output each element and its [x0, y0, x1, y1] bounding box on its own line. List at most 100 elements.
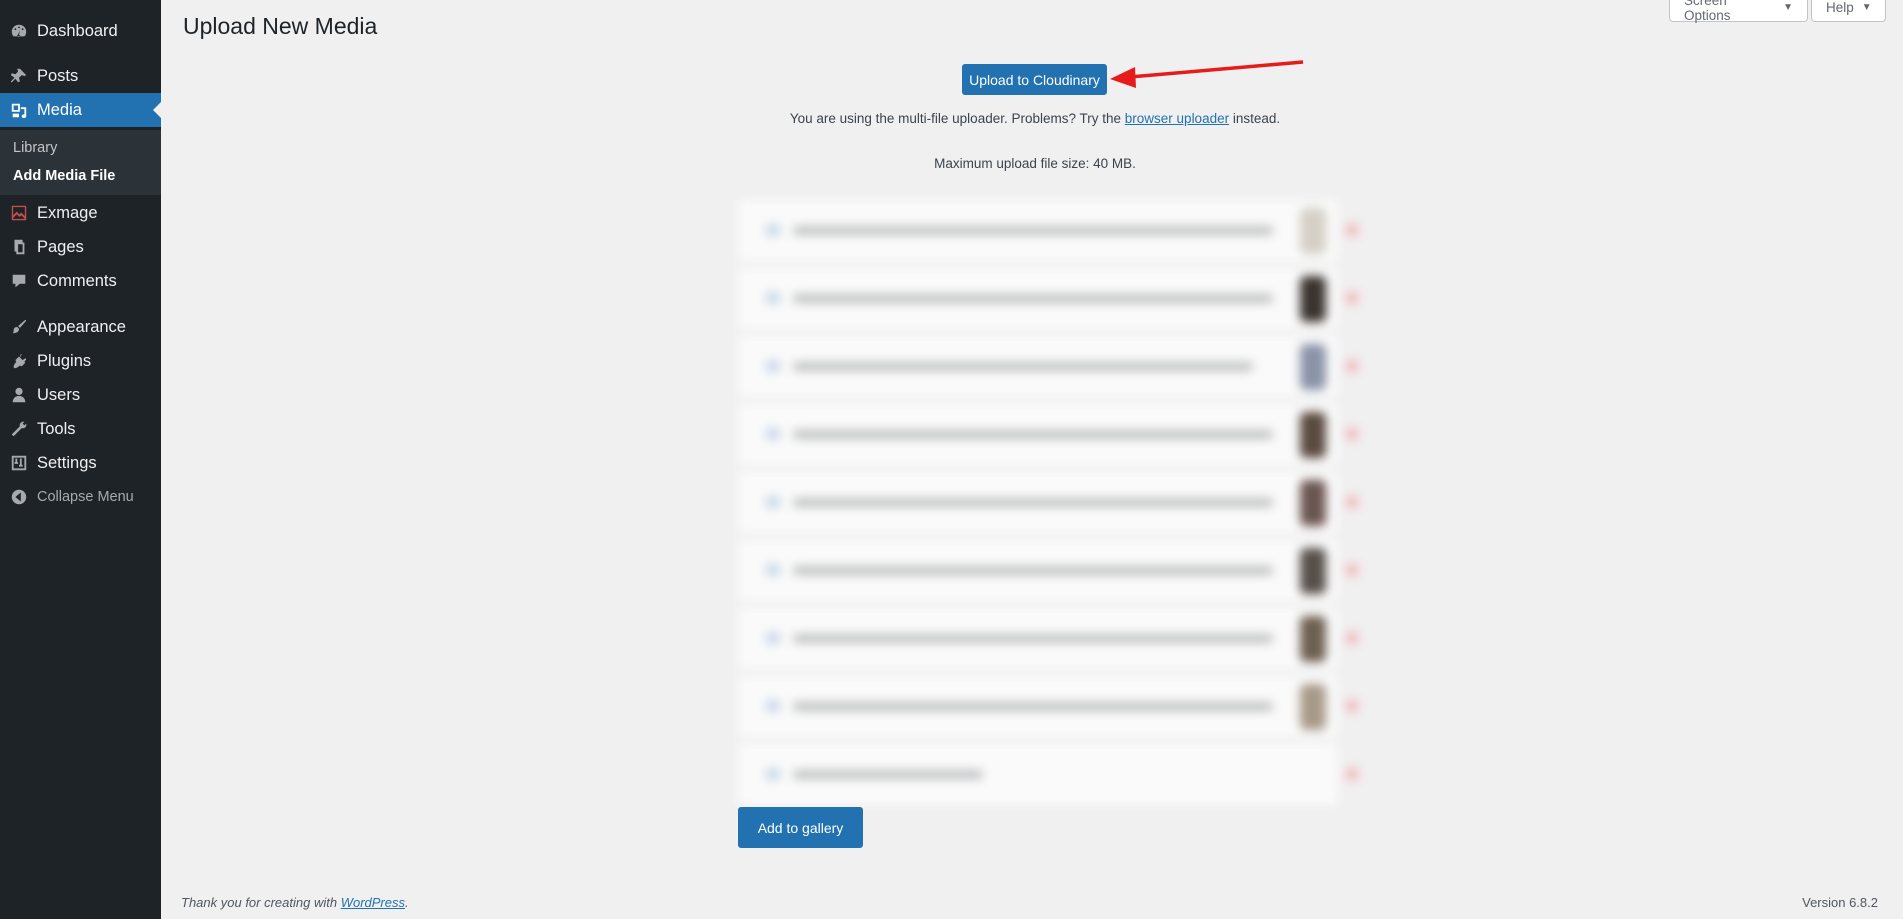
help-button[interactable]: Help ▼ [1811, 0, 1886, 22]
thumbnail [1300, 480, 1326, 526]
admin-sidebar: Dashboard Posts Media Library Add Media … [0, 0, 161, 919]
uploader-info-suffix: instead. [1232, 111, 1281, 126]
file-icon [766, 224, 780, 236]
media-item [738, 472, 1358, 534]
sidebar-item-tools[interactable]: Tools [0, 412, 161, 446]
footer-version: Version 6.8.2 [1802, 895, 1878, 910]
media-item [738, 336, 1358, 398]
sidebar-item-label: Media [37, 100, 82, 119]
media-item [738, 608, 1358, 670]
sidebar-item-media[interactable]: Media [0, 93, 161, 127]
thumbnail [1300, 208, 1326, 254]
sidebar-item-comments[interactable]: Comments [0, 264, 161, 298]
delete-icon [1346, 768, 1358, 780]
thumbnail [1300, 548, 1326, 594]
media-submenu: Library Add Media File [0, 130, 161, 195]
file-icon [766, 564, 780, 576]
sidebar-item-label: Comments [37, 271, 117, 290]
caret-down-icon: ▼ [1783, 2, 1793, 13]
media-icon [9, 100, 29, 120]
pages-icon [9, 237, 29, 257]
sidebar-item-label: Users [37, 385, 81, 404]
collapse-menu-label: Collapse Menu [37, 489, 134, 505]
max-upload-size: Maximum upload file size: 40 MB. [934, 156, 1136, 171]
submenu-item-library[interactable]: Library [13, 140, 57, 156]
sidebar-item-dashboard[interactable]: Dashboard [0, 14, 161, 48]
user-icon [9, 385, 29, 405]
file-name [793, 226, 1273, 235]
delete-icon [1346, 632, 1358, 644]
help-label: Help [1826, 0, 1854, 15]
delete-icon [1346, 224, 1358, 236]
file-icon [766, 768, 780, 780]
thumbnail [1300, 412, 1326, 458]
file-name [793, 566, 1273, 575]
add-to-gallery-button[interactable]: Add to gallery [738, 807, 863, 848]
sidebar-item-settings[interactable]: Settings [0, 446, 161, 480]
delete-icon [1346, 428, 1358, 440]
thumbnail [1300, 684, 1326, 730]
delete-icon [1346, 496, 1358, 508]
browser-uploader-link[interactable]: browser uploader [1125, 111, 1229, 126]
sidebar-item-label: Dashboard [37, 21, 118, 40]
thumbnail [1300, 344, 1326, 390]
file-icon [766, 632, 780, 644]
wordpress-link[interactable]: WordPress [341, 895, 405, 910]
footer-thanks: Thank you for creating with WordPress. [181, 895, 409, 910]
collapse-menu-button[interactable]: Collapse Menu [0, 480, 161, 514]
paintbrush-icon [9, 317, 29, 337]
sidebar-item-label: Settings [37, 453, 97, 472]
pin-icon [9, 66, 29, 86]
footer-thanks-text: Thank you for creating with [181, 895, 338, 910]
delete-icon [1346, 700, 1358, 712]
file-name [793, 770, 983, 779]
media-item [738, 540, 1358, 602]
sidebar-item-label: Appearance [37, 317, 126, 336]
sidebar-item-label: Exmage [37, 203, 98, 222]
file-name [793, 362, 1253, 371]
upload-to-cloudinary-button[interactable]: Upload to Cloudinary [962, 64, 1107, 95]
media-item [738, 744, 1358, 806]
media-items-list [738, 200, 1368, 806]
sidebar-item-posts[interactable]: Posts [0, 59, 161, 93]
sidebar-item-exmage[interactable]: Exmage [0, 196, 161, 230]
file-icon [766, 700, 780, 712]
thumbnail [1300, 276, 1326, 322]
file-icon [766, 496, 780, 508]
plugin-icon [9, 351, 29, 371]
sidebar-item-users[interactable]: Users [0, 378, 161, 412]
file-icon [766, 360, 780, 372]
file-name [793, 294, 1273, 303]
wrench-icon [9, 419, 29, 439]
file-icon [766, 428, 780, 440]
sidebar-item-plugins[interactable]: Plugins [0, 344, 161, 378]
file-name [793, 702, 1273, 711]
media-item [738, 404, 1358, 466]
sidebar-item-label: Plugins [37, 351, 92, 370]
comment-icon [9, 271, 29, 291]
screen-options-button[interactable]: Screen Options ▼ [1669, 0, 1808, 23]
file-name [793, 634, 1273, 643]
screen-options-label: Screen Options [1684, 0, 1731, 23]
annotation-arrow-icon [1110, 60, 1304, 88]
submenu-item-add-media-file[interactable]: Add Media File [13, 168, 115, 184]
media-item [738, 268, 1358, 330]
delete-icon [1346, 564, 1358, 576]
thumbnail [1300, 616, 1326, 662]
sidebar-item-label: Posts [37, 66, 79, 85]
dashboard-icon [9, 21, 29, 41]
delete-icon [1346, 360, 1358, 372]
file-icon [766, 292, 780, 304]
sidebar-item-label: Tools [37, 419, 76, 438]
page-title: Upload New Media [183, 13, 378, 39]
settings-icon [9, 453, 29, 473]
delete-icon [1346, 292, 1358, 304]
sidebar-item-appearance[interactable]: Appearance [0, 310, 161, 344]
file-name [793, 498, 1273, 507]
uploader-info: You are using the multi-file uploader. P… [700, 111, 1370, 126]
media-item [738, 676, 1358, 738]
sidebar-item-pages[interactable]: Pages [0, 230, 161, 264]
uploader-info-text: You are using the multi-file uploader. P… [789, 111, 1122, 126]
file-name [793, 430, 1273, 439]
image-icon [9, 203, 29, 223]
